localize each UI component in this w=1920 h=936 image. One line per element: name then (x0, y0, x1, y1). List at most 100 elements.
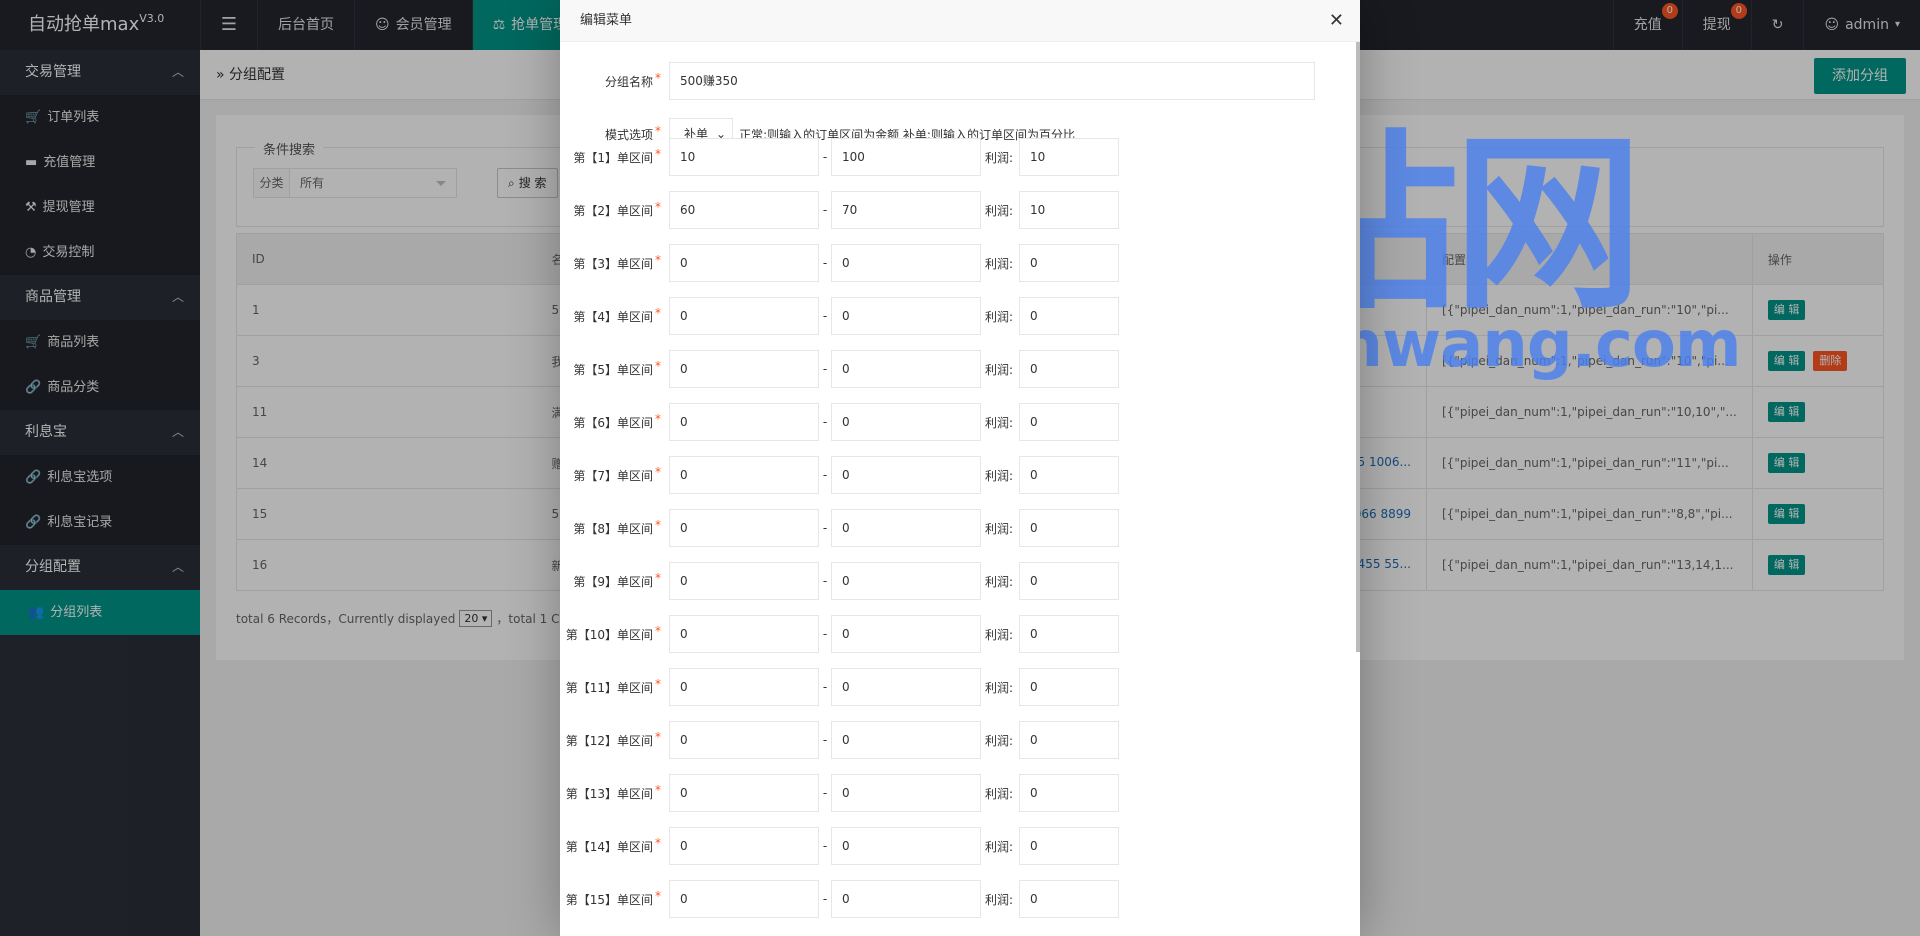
required-mark: * (655, 70, 661, 85)
range-max-input[interactable]: 0 (831, 244, 981, 282)
label-text: 第【7】单区间 (573, 468, 653, 483)
modal-body: 分组名称 * 500赚350 模式选项 * 补单 ⌄ 正常:则输入的订单区间为金额 补… (560, 42, 1356, 936)
range-max-input[interactable]: 0 (831, 297, 981, 335)
range-dash: - (822, 203, 828, 217)
range-min-input[interactable]: 0 (669, 721, 819, 759)
range-label: 第【1】单区间 * (560, 147, 665, 166)
range-min-input[interactable]: 0 (669, 774, 819, 812)
range-min-input[interactable]: 0 (669, 350, 819, 388)
profit-input[interactable]: 0 (1019, 615, 1119, 653)
range-label: 第【5】单区间 * (560, 358, 665, 378)
profit-label: 利润: (985, 574, 1014, 589)
range-label: 第【12】单区间 * (560, 729, 665, 749)
range-max-input[interactable]: 0 (831, 774, 981, 812)
range-max-input[interactable]: 0 (831, 509, 981, 547)
range-label: 第【2】单区间 * (560, 200, 665, 219)
range-label: 第【6】单区间 * (560, 412, 665, 431)
range-max-input[interactable]: 0 (831, 350, 981, 388)
range-label: 第【4】单区间 * (560, 306, 665, 325)
range-row: 第【13】单区间 * 0-0 利润: 0 (560, 774, 1119, 812)
profit-label: 利润: (985, 521, 1014, 536)
profit-input[interactable]: 0 (1019, 774, 1119, 812)
range-row: 第【2】单区间 * 60-70 利润: 10 (560, 191, 1119, 229)
edit-menu-modal: 编辑菜单 ✕ 分组名称 * 500赚350 模式选项 * 补单 ⌄ 正常:则输入的订单… (560, 0, 1360, 936)
range-min-input[interactable]: 0 (669, 668, 819, 706)
profit-input[interactable]: 0 (1019, 827, 1119, 865)
profit-input[interactable]: 10 (1019, 191, 1119, 229)
profit-input[interactable]: 0 (1019, 297, 1119, 335)
range-row: 第【6】单区间 * 0-0 利润: 0 (560, 403, 1119, 441)
profit-input[interactable]: 0 (1019, 244, 1119, 282)
range-dash: - (822, 521, 828, 535)
range-label: 第【8】单区间 * (560, 518, 665, 537)
profit-input[interactable]: 10 (1019, 138, 1119, 176)
range-dash: - (822, 786, 828, 800)
group-name-input[interactable]: 500赚350 (669, 62, 1315, 100)
profit-input[interactable]: 0 (1019, 509, 1119, 547)
range-min-input[interactable]: 0 (669, 244, 819, 282)
range-max-input[interactable]: 0 (831, 721, 981, 759)
range-dash: - (822, 362, 828, 376)
range-min-input[interactable]: 0 (669, 456, 819, 494)
profit-input[interactable]: 0 (1019, 721, 1119, 759)
range-row: 第【7】单区间 * 0-0 利润: 0 (560, 456, 1119, 494)
range-min-input[interactable]: 0 (669, 880, 819, 918)
range-min-input[interactable]: 0 (669, 562, 819, 600)
range-label: 第【13】单区间 * (560, 782, 665, 802)
range-max-input[interactable]: 0 (831, 668, 981, 706)
range-row: 第【12】单区间 * 0-0 利润: 0 (560, 721, 1119, 759)
range-label: 第【7】单区间 * (560, 465, 665, 484)
profit-input[interactable]: 0 (1019, 880, 1119, 918)
range-dash: - (822, 892, 828, 906)
required-mark: * (655, 782, 661, 797)
range-max-input[interactable]: 0 (831, 562, 981, 600)
range-max-input[interactable]: 0 (831, 456, 981, 494)
range-min-input[interactable]: 0 (669, 827, 819, 865)
range-row: 第【4】单区间 * 0-0 利润: 0 (560, 297, 1119, 335)
profit-input[interactable]: 0 (1019, 350, 1119, 388)
profit-label: 利润: (985, 362, 1014, 377)
range-min-input[interactable]: 60 (669, 191, 819, 229)
range-max-input[interactable]: 0 (831, 403, 981, 441)
range-min-input[interactable]: 0 (669, 297, 819, 335)
range-dash: - (822, 468, 828, 482)
range-min-input[interactable]: 0 (669, 509, 819, 547)
range-max-input[interactable]: 70 (831, 191, 981, 229)
profit-input[interactable]: 0 (1019, 562, 1119, 600)
required-mark: * (655, 252, 661, 267)
range-max-input[interactable]: 0 (831, 615, 981, 653)
required-mark: * (655, 570, 661, 585)
profit-input[interactable]: 0 (1019, 668, 1119, 706)
profit-label: 利润: (985, 468, 1014, 483)
close-icon[interactable]: ✕ (1329, 0, 1344, 42)
profit-label: 利润: (985, 733, 1014, 748)
range-dash: - (822, 839, 828, 853)
profit-label: 利润: (985, 839, 1014, 854)
range-label: 第【9】单区间 * (560, 570, 665, 590)
label-text: 第【12】单区间 (565, 733, 653, 748)
range-row: 第【5】单区间 * 0-0 利润: 0 (560, 350, 1119, 388)
required-mark: * (655, 623, 661, 638)
required-mark: * (655, 729, 661, 744)
range-min-input[interactable]: 0 (669, 615, 819, 653)
label-text: 第【11】单区间 (565, 680, 653, 695)
modal-scrollbar[interactable] (1356, 42, 1360, 652)
range-dash: - (822, 680, 828, 694)
profit-input[interactable]: 0 (1019, 403, 1119, 441)
profit-input[interactable]: 0 (1019, 456, 1119, 494)
label-text: 分组名称 (604, 74, 653, 89)
range-dash: - (822, 733, 828, 747)
range-min-input[interactable]: 10 (669, 138, 819, 176)
range-dash: - (822, 256, 828, 270)
range-row: 第【14】单区间 * 0-0 利润: 0 (560, 827, 1119, 865)
range-max-input[interactable]: 0 (831, 880, 981, 918)
label-text: 第【14】单区间 (565, 839, 653, 854)
range-min-input[interactable]: 0 (669, 403, 819, 441)
label-text: 第【8】单区间 (573, 521, 653, 536)
range-max-input[interactable]: 0 (831, 827, 981, 865)
range-row: 第【9】单区间 * 0-0 利润: 0 (560, 562, 1119, 600)
required-mark: * (655, 358, 661, 373)
profit-label: 利润: (985, 680, 1014, 695)
profit-label: 利润: (985, 150, 1014, 165)
range-max-input[interactable]: 100 (831, 138, 981, 176)
